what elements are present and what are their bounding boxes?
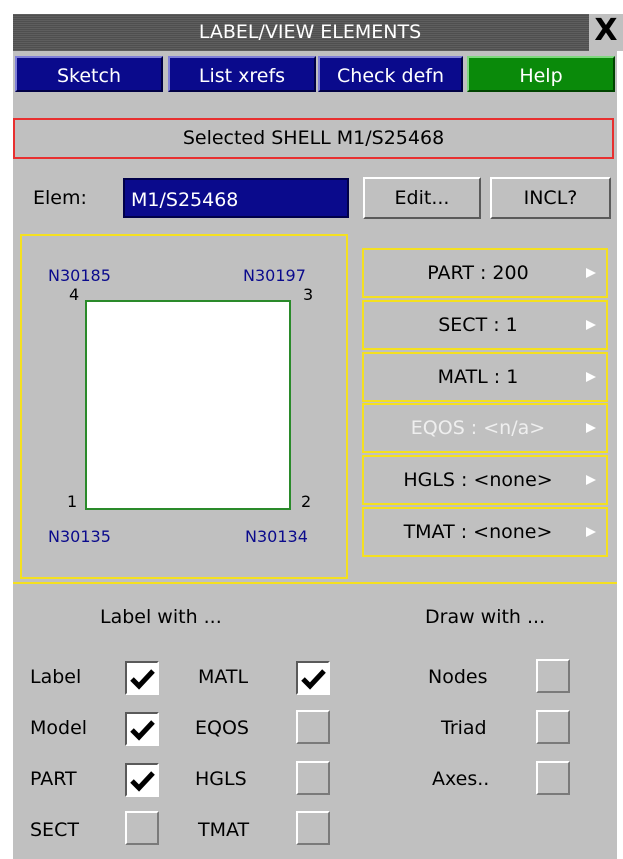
model-checkbox[interactable] [125,712,159,746]
part-menu[interactable]: PART : 200 [362,248,608,298]
triad-checkbox[interactable] [536,710,570,744]
edit-button[interactable]: Edit... [363,177,481,219]
eqos-arrow-icon [586,423,596,433]
sect-arrow-icon [586,320,596,330]
node-number-2: 2 [301,492,312,511]
matl-checkbox-label: MATL [198,666,249,688]
part-checkbox-label: PART [30,768,77,790]
hgls-checkbox[interactable] [296,761,330,795]
triad-checkbox-label: Triad [441,717,487,739]
sect-checkbox-label: SECT [30,819,79,841]
hgls-label: HGLS : <none> [403,469,553,491]
checkmark-icon [130,771,155,792]
checkmark-icon [301,669,326,690]
label-with-header: Label with ... [100,606,222,628]
tmat-arrow-icon [586,527,596,537]
tmat-checkbox-label: TMAT [198,819,250,841]
sketch-button[interactable]: Sketch [15,56,163,92]
nodes-checkbox-label: Nodes [428,666,488,688]
sect-checkbox[interactable] [125,811,159,845]
node-label-bottom-left: N30135 [48,527,111,546]
list-xrefs-button[interactable]: List xrefs [168,56,316,92]
checkmark-icon [130,720,155,741]
axes-checkbox[interactable] [536,761,570,795]
matl-checkbox[interactable] [296,661,330,695]
part-checkbox[interactable] [125,763,159,797]
node-label-top-left: N30185 [48,266,111,285]
nodes-checkbox[interactable] [536,659,570,693]
draw-with-header: Draw with ... [425,606,546,628]
window-title: LABEL/VIEW ELEMENTS [198,21,422,43]
close-button[interactable]: X [589,14,623,51]
part-arrow-icon [586,268,596,278]
node-number-3: 3 [303,285,314,304]
label-view-elements-panel: LABEL/VIEW ELEMENTS X Sketch List xrefs … [13,14,623,859]
incl-button[interactable]: INCL? [490,177,611,219]
matl-menu[interactable]: MATL : 1 [362,352,608,402]
eqos-checkbox-label: EQOS [195,717,249,739]
title-bar[interactable]: LABEL/VIEW ELEMENTS X [13,14,623,51]
sect-label: SECT : 1 [438,314,518,336]
part-label: PART : 200 [427,262,529,284]
hgls-checkbox-label: HGLS [195,768,247,790]
tmat-checkbox[interactable] [296,811,330,845]
check-defn-button[interactable]: Check defn [318,56,463,92]
eqos-menu: EQOS : <n/a> [362,403,608,453]
hgls-menu[interactable]: HGLS : <none> [362,455,608,505]
elem-label: Elem: [33,187,87,209]
hgls-arrow-icon [586,475,596,485]
shell-element-shape [85,300,291,510]
selected-status: Selected SHELL M1/S25468 [13,118,614,159]
elem-field[interactable]: M1/S25468 [123,178,349,218]
axes-checkbox-label: Axes.. [432,768,490,790]
node-label-bottom-right: N30134 [245,527,308,546]
sect-menu[interactable]: SECT : 1 [362,300,608,350]
matl-label: MATL : 1 [437,366,519,388]
eqos-checkbox[interactable] [296,710,330,744]
node-number-4: 4 [69,285,80,304]
help-button[interactable]: Help [467,56,615,92]
node-number-1: 1 [67,492,78,511]
node-label-top-right: N30197 [243,266,306,285]
matl-arrow-icon [586,372,596,382]
model-checkbox-label: Model [30,717,88,739]
checkmark-icon [130,669,155,690]
label-checkbox-label: Label [30,666,82,688]
separator [13,582,617,584]
eqos-label: EQOS : <n/a> [410,417,546,439]
tmat-label: TMAT : <none> [403,521,553,543]
tmat-menu[interactable]: TMAT : <none> [362,507,608,557]
label-checkbox[interactable] [125,661,159,695]
